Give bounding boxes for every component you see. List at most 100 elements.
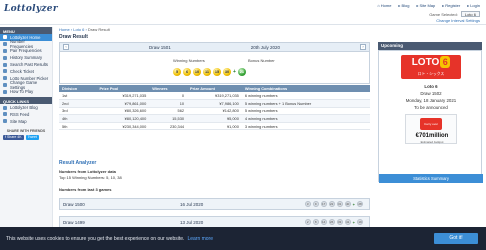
cell-division: 1st: [59, 92, 97, 101]
table-row: 4th ¥80,120,400 15,530 ¥5,000 4 winning …: [59, 114, 370, 123]
cookie-banner: This website uses cookies to ensure you …: [0, 227, 486, 250]
statistics-summary-button[interactable]: Statistics Summary: [379, 174, 483, 183]
past-draw-balls: 2 8 14 26 33 41 + 19: [304, 219, 363, 225]
cell-winners: 230,344: [149, 122, 188, 131]
analyzer-line-1: Numbers from Lottolyzer data: [59, 169, 116, 174]
jackpot-subtitle: Estimated Jackpot: [420, 140, 444, 144]
upcoming-status: To be announced: [414, 105, 448, 110]
winning-numbers-label: Winning Numbers: [173, 58, 205, 63]
home-icon: [3, 35, 7, 40]
ball: 11: [203, 68, 211, 76]
cell-prize-amount: ¥142,800: [187, 107, 242, 116]
table-row: 3rd ¥80,326,600 562 ¥142,800 5 winning n…: [59, 107, 370, 116]
jackpot-ad[interactable]: Carry over €701million Estimated Jackpot: [405, 114, 457, 144]
upcoming-box: LOTO 6 ロト・シックス Loto 6 Draw 1502 Monday, 1…: [378, 50, 483, 183]
breadcrumb-home[interactable]: Home: [59, 27, 70, 32]
past-draw-balls: 3 9 17 22 31 40 + 28: [304, 201, 363, 207]
accept-cookies-button[interactable]: Got it!: [434, 233, 478, 244]
next-draw-button[interactable]: ›: [360, 44, 366, 50]
draw-date: 20th July 2020: [250, 44, 281, 50]
bonus-ball: 28: [357, 201, 363, 207]
sidebar-item-settings[interactable]: Change Game Settings: [0, 80, 52, 90]
top-nav-blog[interactable]: ▸ Blog: [398, 3, 409, 8]
past-draw-label: Draw 1499: [63, 219, 85, 225]
ball: 2: [304, 219, 311, 225]
ball: 22: [328, 201, 335, 207]
menu-heading: MENU: [0, 27, 52, 34]
cell-division: 2nd: [59, 99, 97, 108]
plus-icon: +: [352, 201, 355, 207]
past-draw-date: 16 Jul 2020: [180, 201, 204, 207]
draw-navigation: ‹ Draw 1501 20th July 2020 ›: [60, 43, 369, 52]
pair-icon: [3, 48, 7, 53]
past-draw-row[interactable]: Draw 1500 16 Jul 2020 3 9 17 22 31 40 + …: [59, 198, 370, 210]
upcoming-heading: Upcoming: [378, 42, 482, 50]
previous-draw-button[interactable]: ‹: [63, 44, 69, 50]
top-nav-sitemap[interactable]: ▸ Site Map: [416, 3, 435, 8]
plus-icon: +: [233, 69, 236, 75]
cell-prize-amount: ¥1,000: [187, 122, 242, 131]
game-selector[interactable]: Loto 6: [460, 11, 480, 17]
header-combinations: Winning Combinations: [241, 85, 370, 92]
ball: 26: [328, 219, 335, 225]
upcoming-draw: Draw 1502: [420, 91, 442, 96]
share-buttons: f Share 4K Tweet: [0, 133, 52, 142]
table-header-row: Division Prize Pool Winners Prize Amount…: [59, 85, 370, 92]
cell-prize-pool: ¥79,861,000: [96, 99, 150, 108]
facebook-share-button[interactable]: f Share 4K: [3, 134, 24, 140]
ticket-icon: [3, 69, 7, 74]
top-nav-home[interactable]: ⌂ Home: [377, 3, 391, 8]
top-nav: ⌂ Home ▸ Blog ▸ Site Map ▸ Register ▸ Lo…: [377, 3, 480, 8]
cell-combination: 3 winning numbers: [241, 122, 370, 131]
quick-link-sitemap[interactable]: Site Map: [0, 118, 52, 125]
ball: 15: [213, 68, 221, 76]
top-nav-login[interactable]: ▸ Login: [467, 3, 480, 8]
cell-division: 4th: [59, 114, 97, 123]
site-logo[interactable]: Lottolyzer: [4, 4, 58, 14]
breadcrumb: Home › Loto 6 › Draw Result: [59, 27, 110, 32]
quick-link-rss[interactable]: RSS Feed: [0, 111, 52, 118]
draw-panel: ‹ Draw 1501 20th July 2020 › Winning Num…: [59, 42, 370, 84]
help-icon: [3, 89, 7, 94]
cell-prize-pool: ¥80,326,600: [96, 107, 150, 116]
header-winners: Winners: [149, 85, 188, 92]
bonus-number-label: Bonus Number: [248, 58, 275, 63]
sidebar-item-number-frequencies[interactable]: Number Frequencies: [0, 39, 52, 49]
ball: 10: [193, 68, 201, 76]
game-selector-row: Game Selected: Loto 6: [429, 11, 480, 17]
result-analyzer-title: Result Analyzer: [59, 160, 97, 166]
chart-icon: [3, 42, 7, 47]
learn-more-link[interactable]: Learn more: [187, 236, 213, 242]
table-row: 1st ¥319,271,035 0 ¥319,271,035 6 winnin…: [59, 92, 370, 101]
ball: 30: [223, 68, 231, 76]
table-row: 2nd ¥79,861,000 10 ¥7,986,100 5 winning …: [59, 99, 370, 108]
ball: 3: [304, 201, 311, 207]
header-prize-pool: Prize Pool: [96, 85, 150, 92]
cell-combination: 5 winning numbers: [241, 107, 370, 116]
cookie-text: This website uses cookies to ensure you …: [6, 235, 185, 242]
cell-winners: 562: [149, 107, 188, 116]
ball: 33: [336, 219, 343, 225]
sidebar-item-check-ticket[interactable]: Check Ticket: [0, 68, 52, 75]
rss-icon: [3, 112, 7, 117]
ball: 9: [312, 201, 319, 207]
ball: 5: [173, 68, 181, 76]
tweet-button[interactable]: Tweet: [25, 134, 39, 140]
sidebar-item-search[interactable]: Search Past Results: [0, 61, 52, 68]
change-settings-link[interactable]: Change Interval Settings: [436, 18, 480, 23]
quick-link-blog[interactable]: Lottolyzer Blog: [0, 104, 52, 111]
jackpot-badge: Carry over: [420, 118, 442, 130]
ball: 40: [344, 201, 351, 207]
loto6-logo-subtitle: ロト・シックス: [417, 72, 445, 76]
breadcrumb-game[interactable]: Loto 6: [73, 27, 84, 32]
cell-division: 3rd: [59, 107, 97, 116]
sidebar-item-history[interactable]: History Summary: [0, 54, 52, 61]
history-icon: [3, 55, 7, 60]
prize-table: Division Prize Pool Winners Prize Amount…: [59, 85, 370, 131]
top-nav-register[interactable]: ▸ Register: [442, 3, 460, 8]
cell-division: 5th: [59, 122, 97, 131]
past-draw-date: 13 Jul 2020: [180, 219, 204, 225]
cell-prize-amount: ¥319,271,035: [187, 92, 242, 101]
cell-combination: 6 winning numbers: [241, 92, 370, 101]
header-prize-amount: Prize Amount: [187, 85, 242, 92]
